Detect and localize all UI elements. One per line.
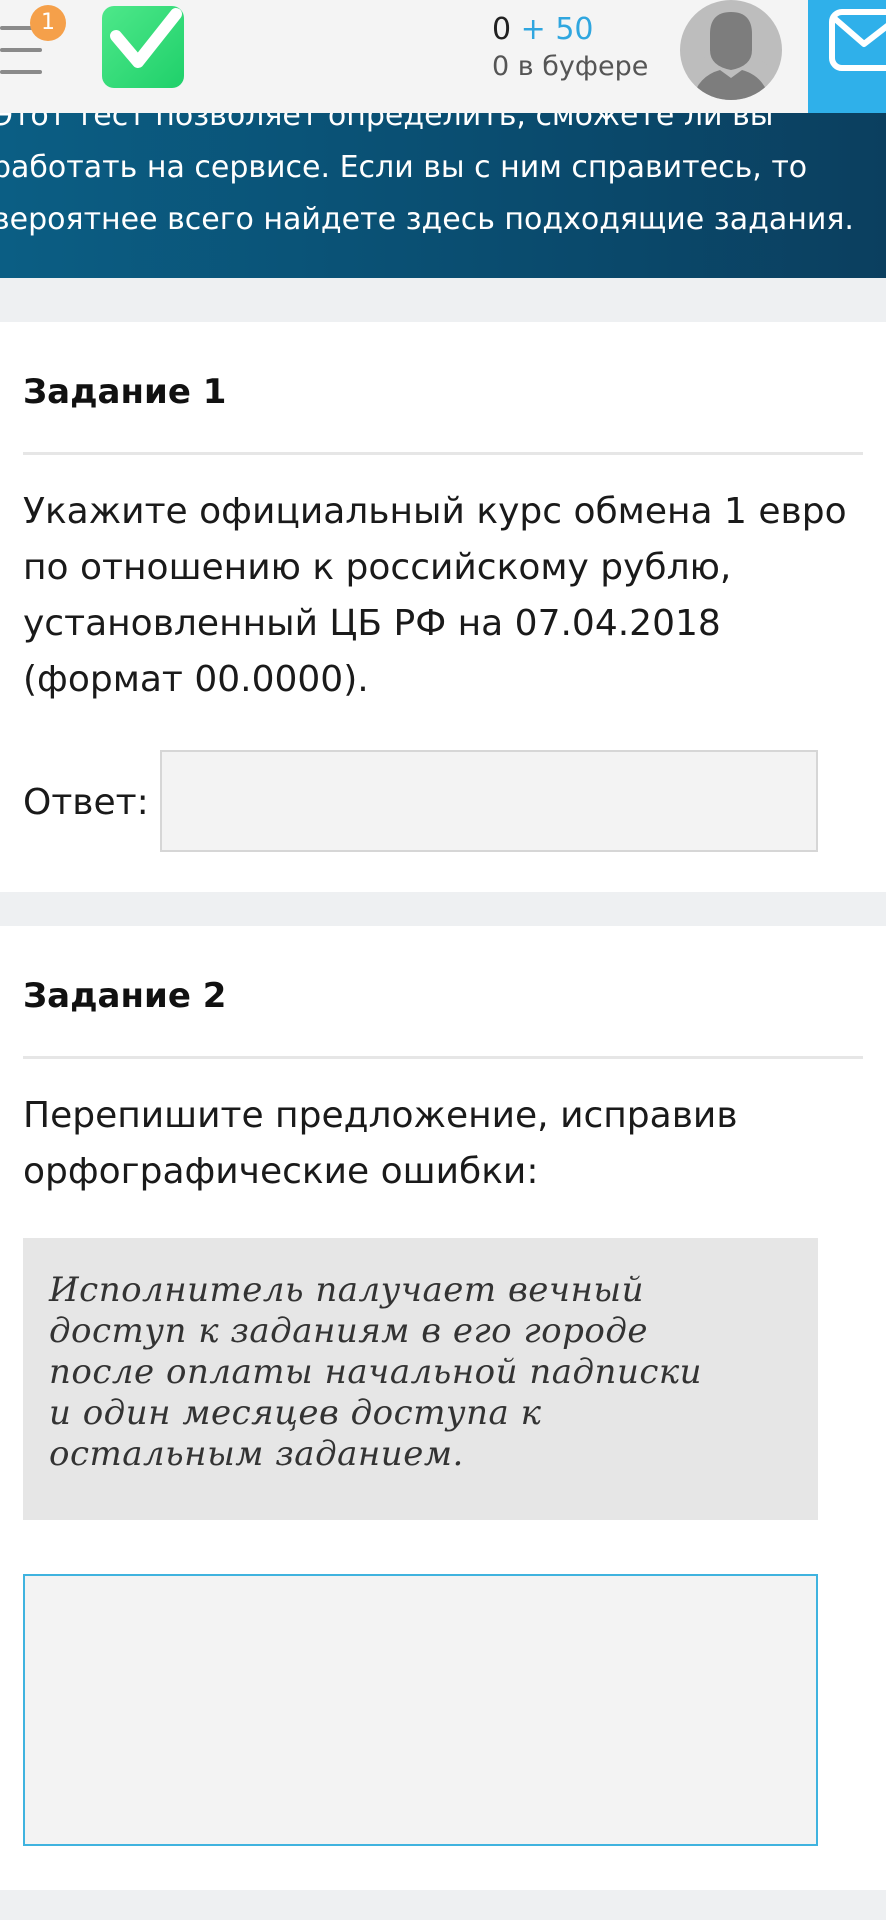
balance-value: 0 [492,12,512,47]
intro-line-2: работать на сервисе. Если вы с ним справ… [0,150,808,185]
task-2-divider [23,1056,863,1059]
balance-bonus: + 50 [520,12,594,47]
task-1-answer-input[interactable] [160,750,818,852]
task-1-title: Задание 1 [23,372,227,412]
task-1-divider [23,452,863,455]
task-2-card: Задание 2 Перепишите предложение, исправ… [0,926,886,1890]
sentence-line: доступ к заданиям в его городе [49,1311,649,1351]
sentence-line: остальным заданием. [49,1434,464,1474]
hamburger-menu-icon-bar [0,48,42,52]
balance-line: 0 + 50 [492,10,672,50]
sentence-line: и один месяцев доступа к [49,1393,542,1433]
task-1-question: Укажите официальный курс обмена 1 евро п… [23,491,847,700]
task-2-question: Перепишите предложение, исправив орфогра… [23,1095,738,1192]
balance-widget[interactable]: 0 + 50 0 в буфере [492,10,672,84]
checkmark-logo-icon[interactable] [102,6,184,88]
answer-label: Ответ: [23,782,149,823]
sentence-text: Исполнитель палучает вечный доступ к зад… [49,1270,809,1475]
task-2-title: Задание 2 [23,976,227,1016]
sentence-line: после оплаты начальной падписки [49,1352,703,1392]
mail-icon [829,9,886,71]
sentence-line: Исполнитель палучает вечный [49,1270,645,1310]
intro-text: Этот тест позволяет определить, сможете … [0,90,886,246]
mail-button[interactable] [808,0,886,113]
sentence-image: Исполнитель палучает вечный доступ к зад… [23,1238,818,1520]
user-avatar-icon[interactable] [680,0,782,100]
notification-badge[interactable]: 1 [30,5,66,41]
task-2-answer-textarea[interactable] [23,1574,818,1846]
hamburger-menu-icon-bar [0,70,42,74]
top-bar: 1 0 + 50 0 в буфере [0,0,886,113]
task-1-card: Задание 1 Укажите официальный курс обмен… [0,322,886,892]
intro-line-3: вероятнее всего найдете здесь подходящие… [0,202,854,237]
buffer-text: 0 в буфере [492,51,649,82]
